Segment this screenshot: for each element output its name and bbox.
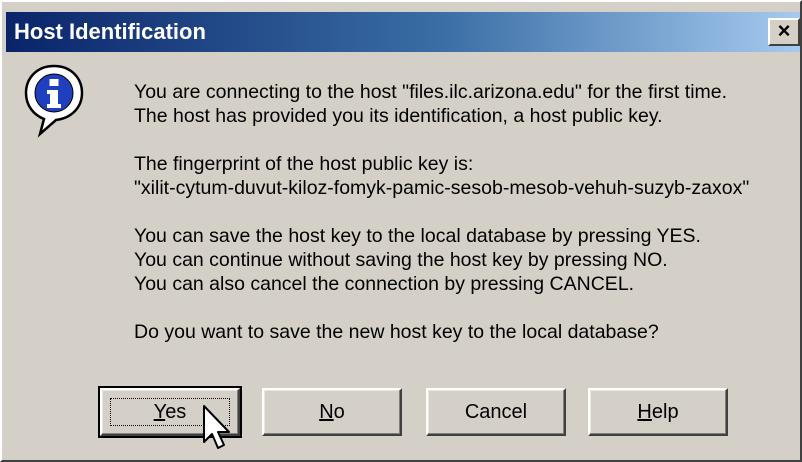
- title-bar[interactable]: Host Identification ×: [6, 12, 800, 52]
- help-button-label: Help: [637, 401, 679, 423]
- host-identification-dialog: Host Identification × You are connecting…: [0, 0, 802, 462]
- cancel-button[interactable]: Cancel: [426, 388, 566, 436]
- message-line-cancel: You can also cancel the connection by pr…: [134, 273, 635, 295]
- window-title: Host Identification: [14, 19, 206, 44]
- message-line-connecting: You are connecting to the host "files.il…: [134, 81, 728, 103]
- message-line-continue-no: You can continue without saving the host…: [134, 249, 668, 271]
- message-line-identification: The host has provided you its identifica…: [134, 105, 663, 127]
- message-line-save-yes: You can save the host key to the local d…: [134, 225, 701, 247]
- mouse-pointer-icon: [203, 405, 230, 449]
- cancel-button-label: Cancel: [464, 401, 528, 423]
- close-button[interactable]: ×: [768, 18, 800, 46]
- message-line-question: Do you want to save the new host key to …: [134, 321, 659, 343]
- yes-button-label: Yes: [153, 401, 187, 423]
- no-button-label: No: [319, 401, 345, 423]
- help-button[interactable]: Help: [588, 388, 728, 436]
- message-line-fingerprint-label: The fingerprint of the host public key i…: [134, 153, 474, 175]
- no-button[interactable]: No: [262, 388, 402, 436]
- message-line-fingerprint: "xilit-cytum-duvut-kiloz-fomyk-pamic-ses…: [134, 177, 750, 199]
- information-icon: [24, 64, 84, 138]
